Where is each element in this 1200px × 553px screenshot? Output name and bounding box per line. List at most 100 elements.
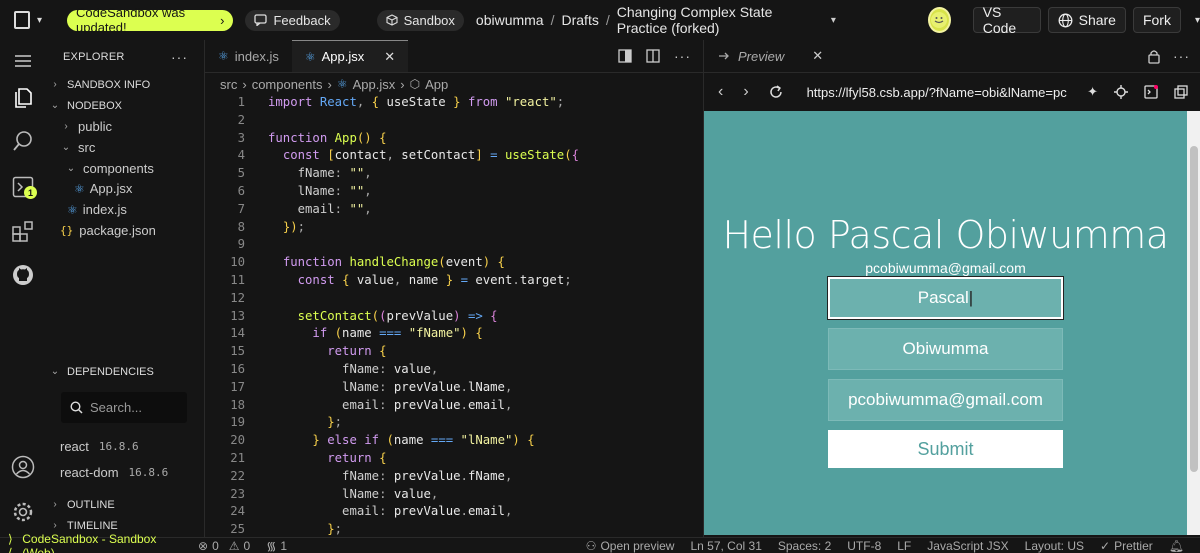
code-line[interactable]: lName: value, <box>268 487 438 501</box>
code-line[interactable]: function App() { <box>268 131 386 145</box>
chevron-down-icon[interactable]: ▾ <box>831 15 836 26</box>
code-line[interactable]: lName: prevValue.lName, <box>268 380 512 394</box>
code-line[interactable]: const { value, name } = event.target; <box>268 273 572 287</box>
section-dependencies[interactable]: ⌄ DEPENDENCIES <box>45 361 204 382</box>
indentation[interactable]: Spaces: 2 <box>778 539 831 553</box>
menu-square-icon[interactable] <box>14 11 30 29</box>
code-line[interactable]: import React, { useState } from "react"; <box>268 95 564 109</box>
breadcrumb-item[interactable]: src <box>220 77 237 92</box>
tree-item-index-js[interactable]: ⚛ index.js <box>45 199 204 220</box>
breadcrumb-item[interactable]: App <box>425 77 448 92</box>
scrollbar-thumb[interactable] <box>1190 146 1198 472</box>
open-window-icon[interactable] <box>1174 85 1188 99</box>
status-environment[interactable]: ⟩⟨ CodeSandbox - Sandbox (Web) <box>0 532 190 553</box>
terminal-icon[interactable]: 1 <box>10 174 37 200</box>
code-line[interactable]: fName: prevValue.fName, <box>268 469 512 483</box>
first-name-input[interactable]: Pascal | <box>827 276 1064 320</box>
code-area[interactable]: 1 import React, { useState } from "react"… <box>205 95 703 537</box>
update-notice-button[interactable]: CodeSandbox was updated! › <box>67 5 234 35</box>
breadcrumb-item[interactable]: App.jsx <box>353 77 396 92</box>
crosshair-icon[interactable] <box>1114 85 1128 99</box>
open-preview-button[interactable]: ⚇ Open preview <box>586 539 675 553</box>
code-line[interactable]: email: "", <box>268 202 372 216</box>
code-line[interactable]: lName: "", <box>268 184 372 198</box>
share-button[interactable]: Share <box>1047 7 1126 33</box>
breadcrumb-folder[interactable]: Drafts <box>562 12 599 28</box>
code-line[interactable]: } else if (name === "lName") { <box>268 433 534 447</box>
code-line[interactable]: email: prevValue.email, <box>268 504 512 518</box>
toggle-panel-icon[interactable] <box>618 49 632 63</box>
fork-button[interactable]: Fork <box>1132 7 1181 33</box>
tab-app-jsx[interactable]: ⚛ App.jsx ✕ <box>291 40 409 72</box>
section-outline[interactable]: › OUTLINE <box>45 494 204 515</box>
feedback-button[interactable]: Feedback <box>245 9 340 31</box>
code-line[interactable]: fName: "", <box>268 166 372 180</box>
breadcrumb-sandbox-name[interactable]: Changing Complex State Practice (forked) <box>617 4 818 36</box>
encoding[interactable]: UTF-8 <box>847 539 881 553</box>
dependency-item-react[interactable]: react 16.8.6 <box>60 439 139 454</box>
breadcrumb-owner[interactable]: obiwumma <box>476 12 544 28</box>
email-input[interactable]: pcobiwumma@gmail.com <box>828 379 1063 421</box>
tree-item-package-json[interactable]: {} package.json <box>45 220 204 241</box>
extensions-icon[interactable] <box>10 218 36 244</box>
lock-icon[interactable] <box>1147 49 1161 64</box>
tab-index-js[interactable]: ⚛ index.js <box>205 40 292 72</box>
prettier-status[interactable]: ✓ Prettier <box>1100 539 1153 553</box>
refresh-icon[interactable] <box>769 85 783 99</box>
code-line[interactable]: email: prevValue.email, <box>268 398 512 412</box>
tree-item-src[interactable]: ⌄ src <box>45 137 204 158</box>
code-line[interactable]: }; <box>268 522 342 536</box>
bell-icon[interactable]: 🔔︎ <box>1169 539 1184 553</box>
tab-label: Preview <box>738 48 785 64</box>
tree-item-components[interactable]: ⌄ components <box>45 158 204 179</box>
code-line[interactable]: setContact((prevValue) => { <box>268 309 498 323</box>
dependency-search-input[interactable]: Search... <box>61 392 187 423</box>
explorer-files-icon[interactable] <box>10 84 36 110</box>
section-nodebox[interactable]: ⌄ NODEBOX <box>45 95 204 116</box>
status-problems[interactable]: ⊗ 0 ⚠ 0 <box>198 539 250 553</box>
code-line[interactable]: if (name === "fName") { <box>268 326 482 340</box>
url-bar[interactable]: https://lfyl58.csb.app/?fName=obi&lName=… <box>807 85 1068 100</box>
sparkle-icon[interactable]: ✦ <box>1087 84 1098 100</box>
section-sandbox-info[interactable]: › SANDBOX INFO <box>45 74 204 95</box>
hamburger-icon[interactable] <box>10 48 36 74</box>
account-icon[interactable] <box>10 454 36 480</box>
tree-item-public[interactable]: › public <box>45 116 204 137</box>
cursor-position[interactable]: Ln 57, Col 31 <box>690 539 761 553</box>
submit-button[interactable]: Submit <box>828 430 1063 468</box>
chevron-down-icon: ⌄ <box>50 366 60 377</box>
more-icon[interactable]: ··· <box>674 48 691 64</box>
search-icon[interactable] <box>10 128 36 154</box>
close-icon[interactable]: ✕ <box>812 48 823 64</box>
avatar[interactable] <box>927 7 951 33</box>
forward-arrow-icon[interactable]: › <box>743 83 748 101</box>
code-line[interactable]: function handleChange(event) { <box>268 255 505 269</box>
vscode-button[interactable]: VS Code <box>972 4 1041 36</box>
status-ports[interactable]: ᯾ 1 <box>266 537 287 553</box>
close-icon[interactable]: ✕ <box>384 49 395 65</box>
last-name-input[interactable]: Obiwumma <box>828 328 1063 370</box>
console-icon[interactable] <box>1144 85 1158 99</box>
dependency-item-react-dom[interactable]: react-dom 16.8.6 <box>60 465 168 480</box>
code-line[interactable]: return { <box>268 451 386 465</box>
more-icon[interactable]: ··· <box>171 49 188 65</box>
more-icon[interactable]: ··· <box>1173 48 1190 64</box>
chevron-down-icon[interactable]: ▾ <box>1195 15 1200 26</box>
tree-item-app-jsx[interactable]: ⚛ App.jsx <box>45 178 204 199</box>
preview-scrollbar[interactable] <box>1187 111 1200 535</box>
code-line[interactable]: fName: value, <box>268 362 438 376</box>
code-line[interactable]: }); <box>268 220 305 234</box>
end-of-line[interactable]: LF <box>897 539 911 553</box>
code-line[interactable]: return { <box>268 344 386 358</box>
breadcrumb-item[interactable]: components <box>252 77 323 92</box>
back-arrow-icon[interactable]: ‹ <box>718 83 723 101</box>
language-mode[interactable]: JavaScript JSX <box>927 539 1008 553</box>
tab-preview[interactable]: Preview ✕ <box>704 48 837 64</box>
chevron-down-icon[interactable]: ▾ <box>37 15 42 26</box>
settings-gear-icon[interactable] <box>10 499 36 525</box>
keyboard-layout[interactable]: Layout: US <box>1025 539 1084 553</box>
github-icon[interactable] <box>10 262 36 288</box>
split-editor-icon[interactable] <box>646 49 660 63</box>
code-line[interactable]: const [contact, setContact] = useState({ <box>268 148 579 162</box>
code-line[interactable]: }; <box>268 415 342 429</box>
